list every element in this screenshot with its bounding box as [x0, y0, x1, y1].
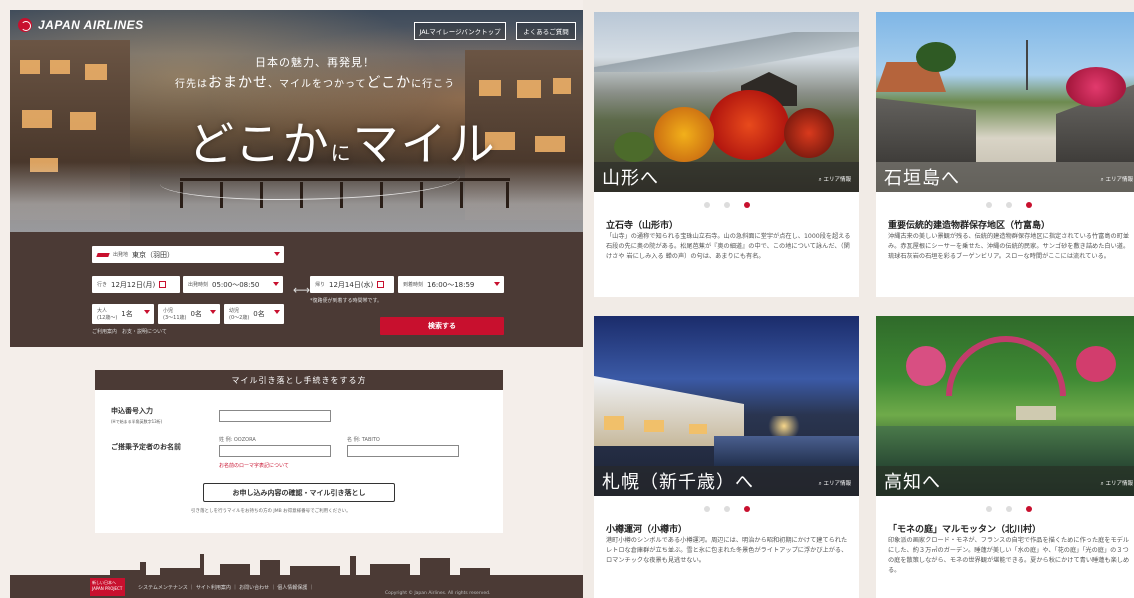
- destination-card-yamagata[interactable]: 山形へ ⌕ エリア情報 立石寺（山形市） 「山寺」の通称で知られる宝珠山立石寺。…: [594, 12, 859, 297]
- footer-links[interactable]: システムメンテナンス ｜ サイト利用案内 ｜ お問い合わせ ｜ 個人情報保護 ｜: [138, 584, 314, 591]
- area-info-link[interactable]: ⌕ エリア情報: [819, 175, 851, 184]
- jal-logo[interactable]: JAPAN AIRLINES: [18, 18, 144, 32]
- catch-line-1: 日本の魅力、再発見！: [255, 56, 375, 69]
- chevron-down-icon: [274, 310, 280, 314]
- time-note: *復路便が到着する時間帯です。: [310, 298, 383, 304]
- carousel-dots: [594, 202, 859, 208]
- copyright: Copyright © Japan Airlines. All rights r…: [385, 591, 491, 596]
- departure-select[interactable]: 出発地 東京（羽田）: [92, 246, 284, 263]
- help-links: ご利用案内 お支・説明について: [92, 328, 167, 335]
- chevron-down-icon: [273, 282, 279, 286]
- child-count-select[interactable]: 小児 (3〜11歳) 0名: [158, 304, 220, 324]
- hero-banner: JAPAN AIRLINES JALマイレージバンクトップ よくあるご質問 日本…: [10, 10, 583, 232]
- calendar-icon: [159, 281, 167, 288]
- tsurumaru-icon: [18, 18, 32, 32]
- passenger-name-label: ご搭乗予定者のお名前: [111, 443, 181, 451]
- plane-icon: [96, 252, 110, 257]
- area-info-link[interactable]: ⌕ エリア情報: [819, 479, 851, 488]
- japan-project-badge[interactable]: 新しい日本へ JAPAN PROJECT: [90, 578, 125, 596]
- return-date-select[interactable]: 帰り 12月14日(水): [310, 276, 394, 293]
- given-name-hint: 名 例: TABITO: [347, 437, 380, 443]
- surname-hint: 姓 例: OOZORA: [219, 437, 256, 443]
- destination-card-sapporo[interactable]: 札幌（新千歳）へ ⌕ エリア情報 小樽運河（小樽市） 港町小樽のシンボルである小…: [594, 316, 859, 598]
- spot-description: 「山寺」の通称で知られる宝珠山立石寺。山の急斜面に堂宇が点在し、1000段を超え…: [606, 233, 851, 260]
- round-trip-arrow-icon: ⟷: [293, 283, 311, 297]
- chevron-down-icon: [494, 282, 500, 286]
- catch-line-2: 行先はおまかせ、マイルをつかってどこかに行こう: [175, 75, 456, 91]
- outbound-time-select[interactable]: 出発時刻 05:00〜08:50: [183, 276, 283, 293]
- chevron-down-icon: [210, 310, 216, 314]
- chevron-down-icon: [274, 252, 280, 256]
- spot-description: 印象派の画家クロード・モネが、フランスの自宅で作品を描くために作った庭をモデルに…: [888, 537, 1130, 574]
- romanization-link[interactable]: お名前のローマ字表記について: [219, 462, 289, 469]
- spot-title: 重要伝統的建造物群保存地区（竹富島）: [888, 221, 1051, 231]
- spot-title: 立石寺（山形市）: [606, 221, 679, 231]
- fare-link[interactable]: お支・説明について: [122, 329, 167, 335]
- card-title-bar: 高知へ: [876, 466, 1134, 496]
- destination-card-kochi[interactable]: 高知へ ⌕ エリア情報 「モネの庭」マルモッタン（北川村） 印象派の画家クロード…: [876, 316, 1134, 598]
- spot-title: 小樽運河（小樽市）: [606, 525, 688, 535]
- calendar-icon: [377, 281, 385, 288]
- surname-input[interactable]: [219, 445, 331, 457]
- search-button[interactable]: 検索する: [380, 317, 504, 335]
- carousel-dots: [876, 506, 1134, 512]
- flight-search-panel: 出発地 東京（羽田） 行き 12月12日(月) 出発時刻 05:00〜08:50…: [10, 232, 583, 347]
- form-note: 引き落としを行うマイルをお持ちの方の JMB お得意様番号でご利用ください。: [191, 509, 351, 514]
- mileage-bank-button[interactable]: JALマイレージバンクトップ: [414, 22, 506, 40]
- spot-description: 沖縄古来の美しい景観が残る、伝統的建造物群保存地区に指定されている竹富島の町並み…: [888, 233, 1130, 260]
- card-title-bar: 石垣島へ: [876, 162, 1134, 192]
- infant-count-select[interactable]: 幼児 (0〜2歳) 0名: [224, 304, 284, 324]
- area-info-link[interactable]: ⌕ エリア情報: [1101, 175, 1133, 184]
- application-number-input[interactable]: [219, 410, 331, 422]
- application-number-hint: (Hで始まる半角英数字13桁): [111, 419, 163, 424]
- logo-text: JAPAN AIRLINES: [38, 18, 144, 32]
- spot-title: 「モネの庭」マルモッタン（北川村）: [888, 525, 1042, 535]
- site-footer: 新しい日本へ JAPAN PROJECT システムメンテナンス ｜ サイト利用案…: [10, 575, 583, 598]
- outbound-date-select[interactable]: 行き 12月12日(月): [92, 276, 180, 293]
- destination-card-ishigaki[interactable]: 石垣島へ ⌕ エリア情報 重要伝統的建造物群保存地区（竹富島） 沖縄古来の美しい…: [876, 12, 1134, 297]
- area-info-link[interactable]: ⌕ エリア情報: [1101, 479, 1133, 488]
- form-heading: マイル引き落とし手続きをする方: [95, 370, 503, 390]
- given-name-input[interactable]: [347, 445, 459, 457]
- campaign-page: JAPAN AIRLINES JALマイレージバンクトップ よくあるご質問 日本…: [0, 0, 583, 598]
- return-time-select[interactable]: 到着時刻 16:00〜18:59: [398, 276, 504, 293]
- adult-count-select[interactable]: 大人 (12歳〜) 1名: [92, 304, 154, 324]
- spot-description: 港町小樽のシンボルである小樽運河。周辺には、明治から昭和初期にかけて建てられたレ…: [606, 537, 848, 564]
- confirm-redeem-button[interactable]: お申し込み内容の確認・マイル引き落とし: [203, 483, 395, 502]
- mileage-redemption-form: マイル引き落とし手続きをする方 申込番号入力 (Hで始まる半角英数字13桁) ご…: [95, 370, 503, 533]
- faq-button[interactable]: よくあるご質問: [516, 22, 576, 40]
- landmark-skyline: [100, 552, 500, 576]
- guide-link[interactable]: ご利用案内: [92, 329, 117, 335]
- chevron-down-icon: [144, 310, 150, 314]
- application-number-label: 申込番号入力: [111, 407, 153, 415]
- carousel-dots: [876, 202, 1134, 208]
- carousel-dots: [594, 506, 859, 512]
